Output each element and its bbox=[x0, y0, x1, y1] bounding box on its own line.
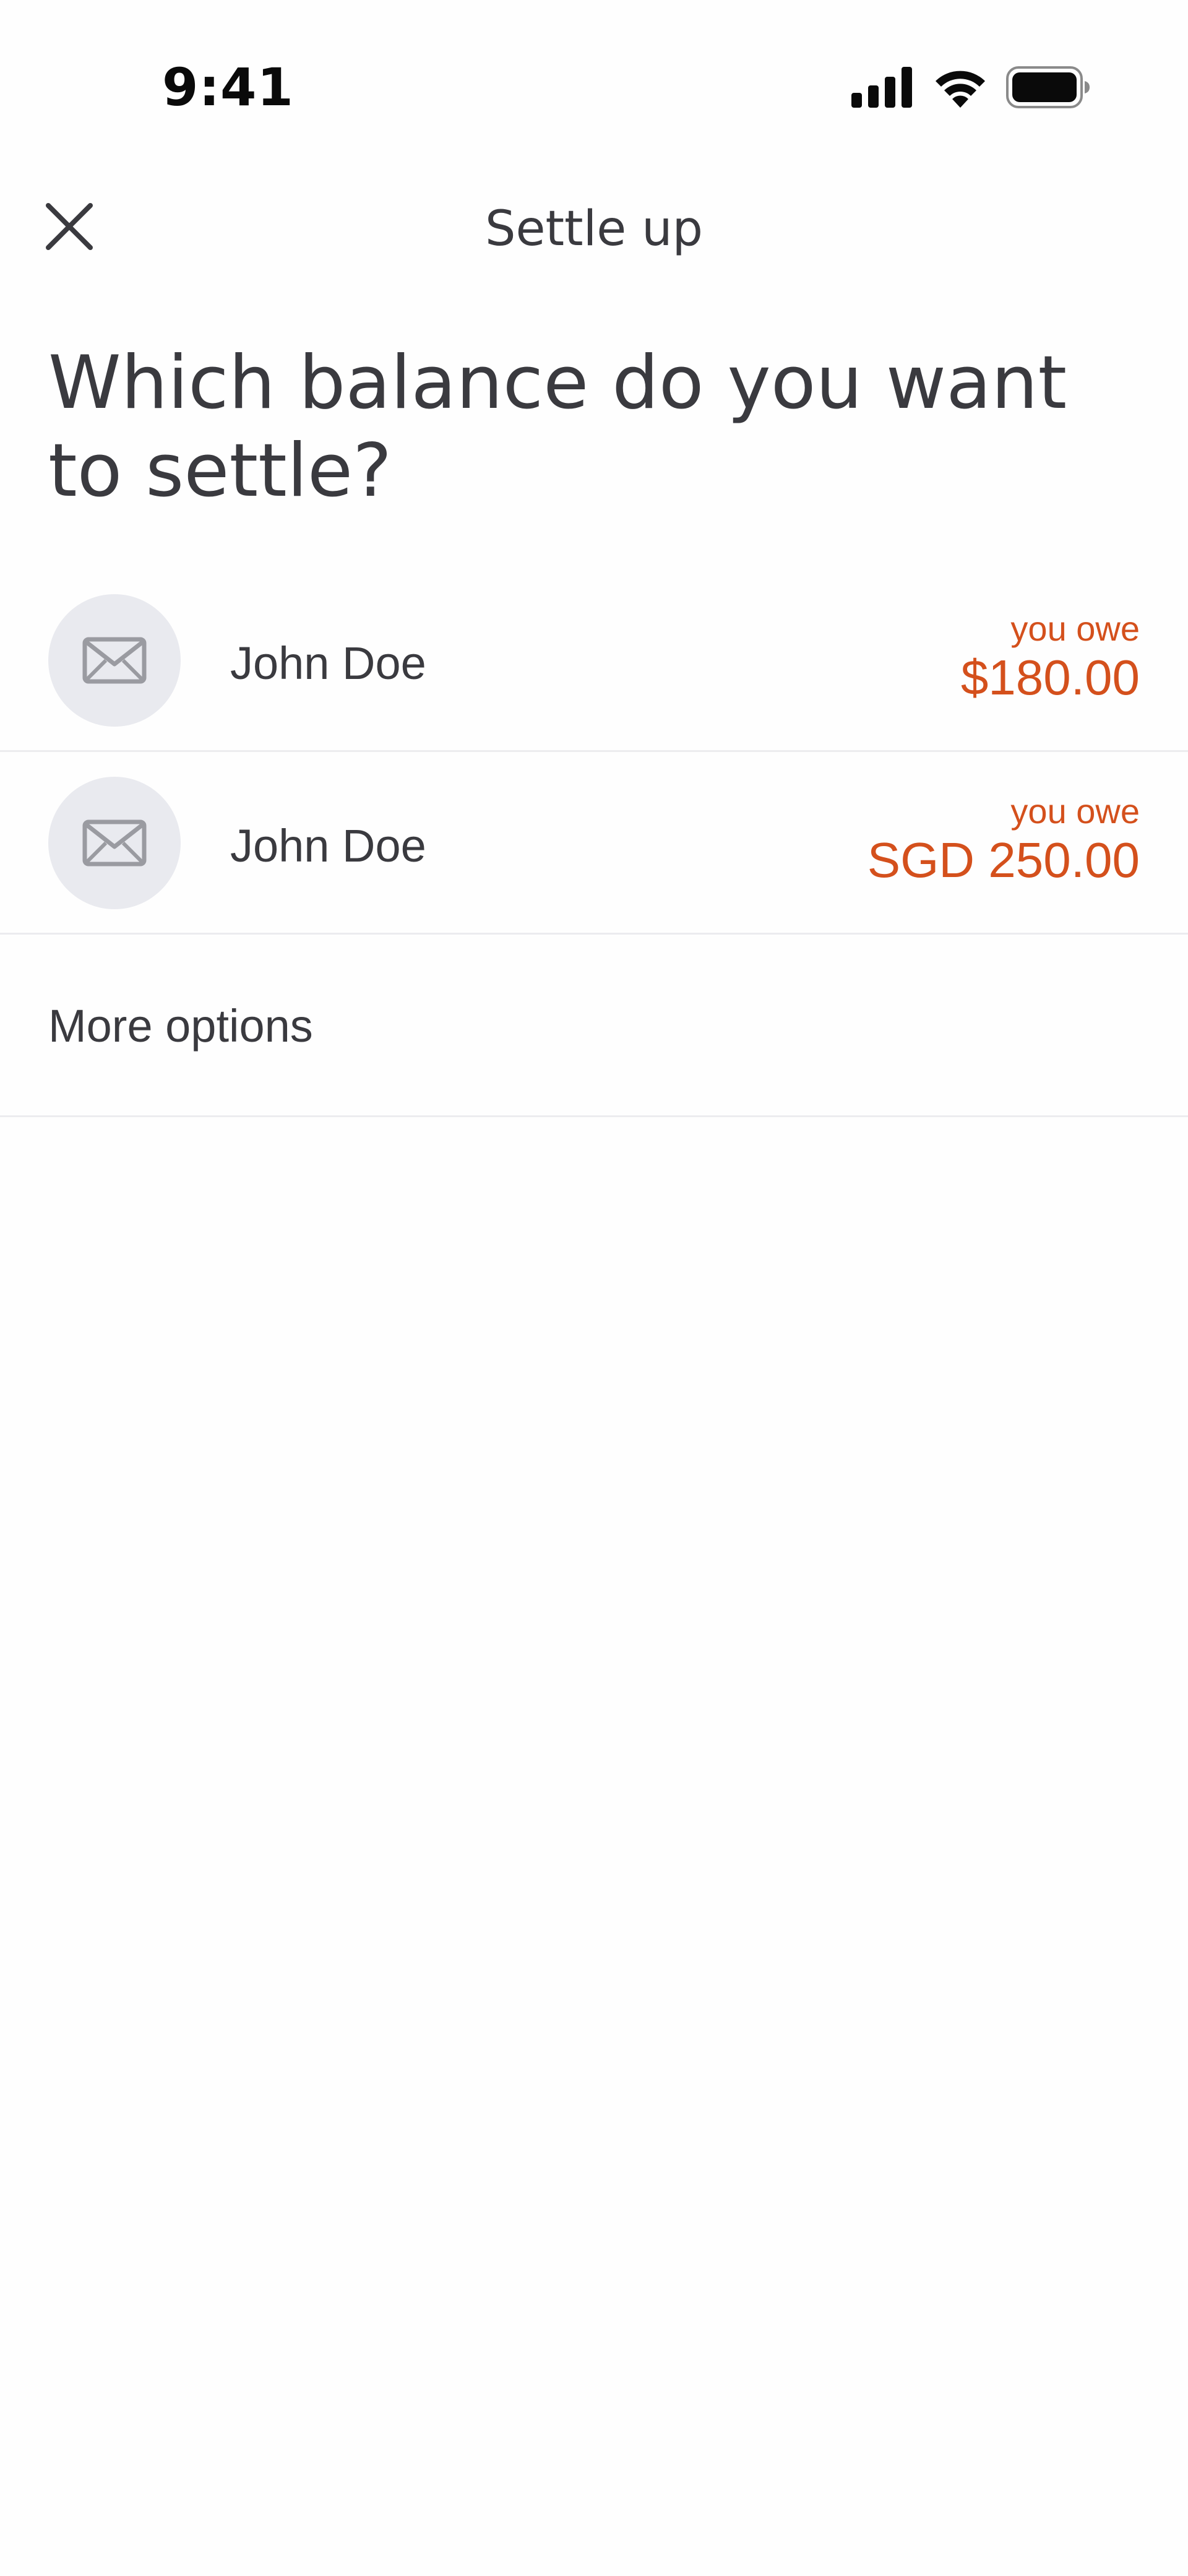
person-name: John Doe bbox=[230, 820, 426, 871]
balance-list: John Doe you owe $180.00 John Doe you ow… bbox=[0, 569, 1188, 1117]
signal-icon bbox=[851, 67, 912, 108]
page-title: Settle up bbox=[484, 201, 704, 257]
status-bar: 9:41 bbox=[0, 0, 1188, 179]
envelope-icon bbox=[82, 637, 147, 684]
owe-label: you owe bbox=[1010, 609, 1140, 648]
person-name: John Doe bbox=[230, 638, 426, 689]
owe-amount: SGD 250.00 bbox=[867, 832, 1140, 888]
avatar bbox=[48, 777, 181, 909]
battery-icon bbox=[1006, 66, 1090, 108]
balance-row[interactable]: John Doe you owe $180.00 bbox=[0, 569, 1188, 752]
envelope-icon bbox=[82, 819, 147, 867]
avatar bbox=[48, 594, 181, 727]
owe-label: you owe bbox=[1010, 792, 1140, 831]
wifi-icon bbox=[936, 71, 985, 108]
more-options-label: More options bbox=[48, 1000, 313, 1052]
question-heading: Which balance do you want to settle? bbox=[48, 340, 1067, 514]
status-time: 9:41 bbox=[162, 57, 294, 118]
more-options-button[interactable]: More options bbox=[0, 935, 1188, 1117]
balance-row[interactable]: John Doe you owe SGD 250.00 bbox=[0, 752, 1188, 935]
owe-amount: $180.00 bbox=[960, 650, 1140, 705]
